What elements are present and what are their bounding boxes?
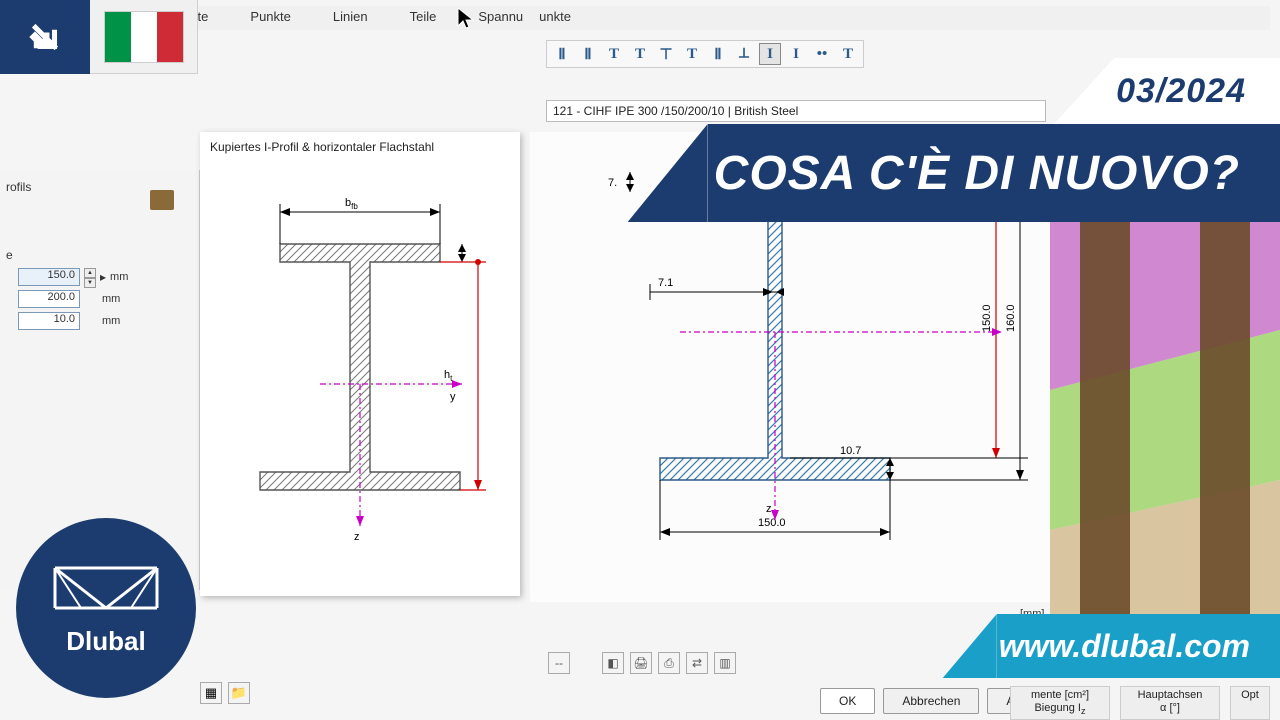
profile-diagram-left: bfb ht y z [210,154,510,574]
svg-text:7.: 7. [608,177,617,189]
url-text: www.dlubal.com [997,614,1280,678]
section-type-dots[interactable]: •• [811,43,833,65]
section-type-toolbar: Ⅱ Ⅱ T T ⊤ T Ⅱ ⟂ I I •• T [546,40,864,68]
table-column-headers: mente [cm²] Biegung Iz Hauptachsen α [°]… [1010,686,1270,720]
right-tool-dash: -- [548,652,570,674]
badge-date: 03/2024 [1054,58,1280,124]
col-header-3: Opt [1230,686,1270,720]
svg-text:z: z [766,503,772,515]
param-spin-1[interactable]: ▲▼ [84,268,96,286]
profile-diagram-card: Kupiertes I-Profil & horizontaler Flachs… [200,132,520,596]
headline-text: COSA C'È DI NUOVO? [708,124,1280,222]
right-tool-5[interactable]: ▥ [714,652,736,674]
right-tool-4[interactable]: ⇄ [686,652,708,674]
param-unit-2: mm [102,293,120,305]
param-label-e: e [6,248,14,262]
right-tool-1[interactable]: ◧ [602,652,624,674]
right-tool-3[interactable]: ⎙ [658,652,680,674]
badge-arrow [0,0,90,74]
library-icon[interactable] [150,190,174,210]
svg-text:y: y [450,391,456,403]
flag-italy-icon [104,11,184,63]
ok-button[interactable]: OK [820,688,875,714]
cancel-button[interactable]: Abbrechen [883,688,979,714]
svg-text:160.0: 160.0 [1005,304,1017,332]
left-tool-2[interactable]: 📁 [228,682,250,704]
param-unit-1: mm [110,271,128,283]
badge-flag-it [90,0,198,74]
svg-text:ht: ht [444,369,453,383]
svg-text:z: z [354,531,360,543]
diagram-title: Kupiertes I-Profil & horizontaler Flachs… [210,140,510,154]
col-header-1: mente [cm²] Biegung Iz [1010,686,1110,720]
menu-item-spannungspunkte-b[interactable]: unkte [533,6,577,30]
right-mini-toolbar: -- ◧ 🖨 ⎙ ⇄ ▥ [548,652,736,674]
dlubal-logo: Dlubal [16,518,196,698]
section-type-t1[interactable]: T [603,43,625,65]
section-type-i3[interactable]: Ⅱ [707,43,729,65]
section-type-i1[interactable]: Ⅱ [551,43,573,65]
param-input-3[interactable]: 10.0 [18,312,80,330]
param-input-1[interactable]: 150.0 [18,268,80,286]
date-text: 03/2024 [1114,58,1280,124]
menu-item-spannungspunkte-a[interactable]: Spannu [472,6,529,30]
section-type-i2[interactable]: Ⅱ [577,43,599,65]
svg-text:10.7: 10.7 [840,445,861,457]
section-type-t4[interactable]: T [681,43,703,65]
param-unit-3: mm [102,315,120,327]
left-tool-1[interactable]: ▦ [200,682,222,704]
left-mini-toolbar: ▦ 📁 [200,682,250,704]
url-banner: www.dlubal.com [943,614,1280,678]
bridge-icon [51,560,161,618]
section-type-t3[interactable]: ⊤ [655,43,677,65]
col-header-2: Hauptachsen α [°] [1120,686,1220,720]
param-spin-indicator: ▸ [100,270,106,284]
logo-text: Dlubal [66,626,145,657]
svg-text:7.1: 7.1 [658,277,673,289]
section-type-if[interactable]: ⟂ [733,43,755,65]
menu-bar: erte Punkte Linien Teile Spannu unkte [180,6,1270,30]
headline-banner: COSA C'È DI NUOVO? [628,124,1280,222]
section-description: 121 - CIHF IPE 300 /150/200/10 | British… [546,100,1046,122]
section-type-i4[interactable]: I [785,43,807,65]
svg-text:150.0: 150.0 [981,304,993,332]
param-input-2[interactable]: 200.0 [18,290,80,308]
section-type-selected[interactable]: I [759,43,781,65]
arrow-down-right-icon [26,18,64,56]
section-type-t2[interactable]: T [629,43,651,65]
menu-item-linien[interactable]: Linien [327,6,374,30]
section-type-t5[interactable]: T [837,43,859,65]
svg-text:bfb: bfb [345,197,358,211]
svg-text:150.0: 150.0 [758,517,786,529]
menu-item-teile[interactable]: Teile [404,6,443,30]
menu-item-punkte[interactable]: Punkte [244,6,296,30]
right-tool-2[interactable]: 🖨 [630,652,652,674]
